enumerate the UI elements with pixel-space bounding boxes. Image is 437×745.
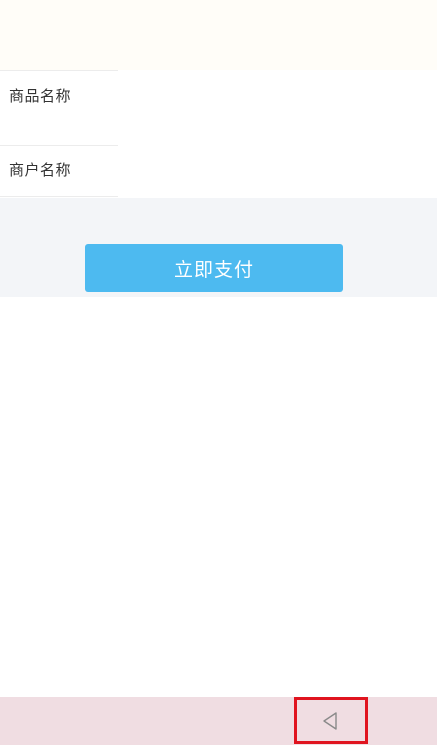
content-area (0, 297, 437, 697)
back-triangle-icon (323, 711, 337, 730)
product-name-label: 商品名称 (9, 87, 72, 105)
pay-section: 立即支付 (0, 198, 437, 297)
pay-now-button[interactable]: 立即支付 (85, 244, 343, 292)
merchant-name-label: 商户名称 (9, 161, 72, 179)
product-name-row: 商品名称 (0, 70, 118, 146)
system-navigation-bar (0, 697, 437, 745)
top-banner (0, 0, 437, 70)
back-button[interactable] (294, 697, 368, 744)
merchant-name-row: 商户名称 (0, 145, 118, 196)
order-info-list: 商品名称 商户名称 (0, 70, 437, 198)
row-divider (0, 196, 118, 197)
